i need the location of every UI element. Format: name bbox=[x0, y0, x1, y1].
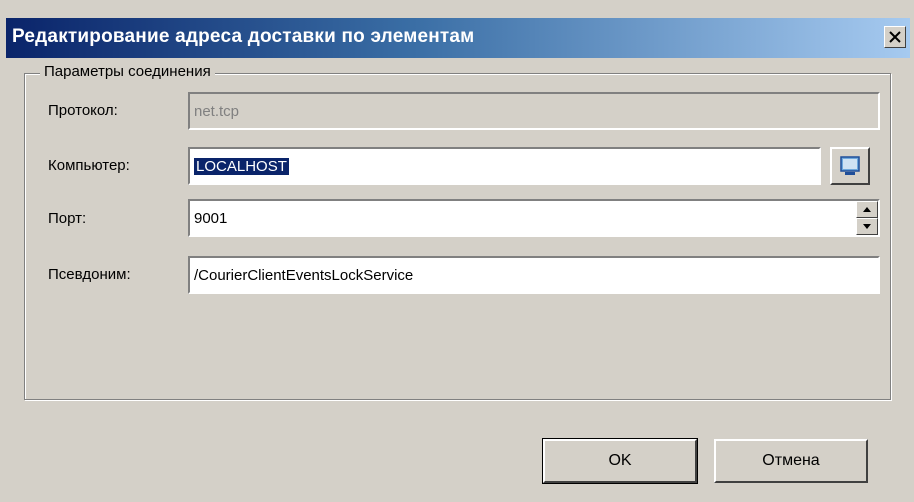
alias-label: Псевдоним: bbox=[48, 266, 131, 283]
port-label: Порт: bbox=[48, 210, 87, 227]
spin-down-icon bbox=[863, 224, 871, 229]
port-input[interactable]: 9001 bbox=[188, 199, 880, 237]
spin-up-button[interactable] bbox=[856, 201, 878, 218]
port-spinner bbox=[856, 201, 878, 235]
computer-input[interactable]: LOCALHOST bbox=[188, 147, 821, 185]
port-value: 9001 bbox=[194, 210, 228, 227]
spin-up-icon bbox=[863, 207, 871, 212]
title-bar[interactable]: Редактирование адреса доставки по элемен… bbox=[6, 18, 910, 58]
cancel-button[interactable]: Отмена bbox=[714, 439, 868, 483]
spin-down-button[interactable] bbox=[856, 218, 878, 235]
ok-button[interactable]: OK bbox=[542, 438, 698, 484]
dialog-window: Редактирование адреса доставки по элемен… bbox=[0, 0, 914, 502]
computer-value: LOCALHOST bbox=[194, 158, 289, 175]
protocol-label: Протокол: bbox=[48, 102, 118, 119]
alias-input[interactable]: /CourierClientEventsLockService bbox=[188, 256, 880, 294]
close-button[interactable] bbox=[884, 26, 906, 48]
protocol-field: net.tcp bbox=[188, 92, 880, 130]
browse-computer-button[interactable] bbox=[830, 147, 870, 185]
ok-button-label: OK bbox=[608, 452, 632, 469]
close-icon bbox=[889, 31, 901, 43]
computer-icon bbox=[840, 156, 860, 175]
alias-value: /CourierClientEventsLockService bbox=[194, 267, 414, 284]
connection-params-group: Параметры соединения Протокол: net.tcp К… bbox=[24, 63, 891, 400]
cancel-button-label: Отмена bbox=[762, 452, 820, 469]
protocol-value: net.tcp bbox=[194, 103, 240, 120]
window-title: Редактирование адреса доставки по элемен… bbox=[12, 26, 475, 47]
group-label: Параметры соединения bbox=[40, 63, 215, 80]
computer-label: Компьютер: bbox=[48, 157, 130, 174]
